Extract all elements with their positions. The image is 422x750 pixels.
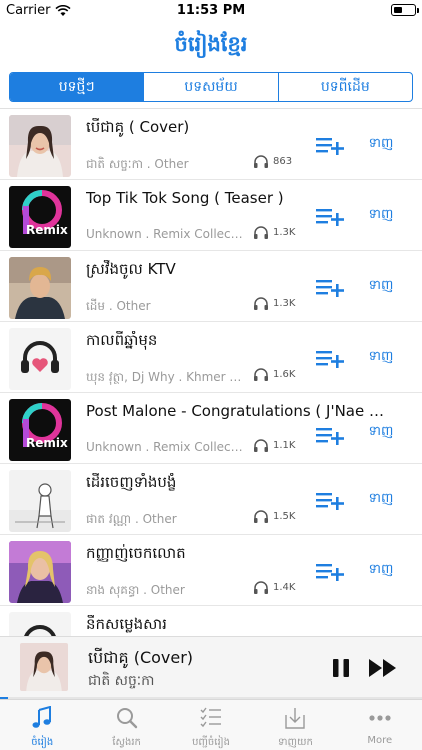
add-to-playlist-icon[interactable]	[316, 350, 344, 368]
song-artist-album: Unknown . Remix Collection	[86, 227, 246, 241]
checklist-icon	[200, 707, 222, 728]
tab-more[interactable]: More	[338, 700, 422, 750]
add-to-playlist-icon[interactable]	[316, 208, 344, 226]
listen-count: 1.5K	[253, 509, 295, 524]
tab-search[interactable]: ស្វែងរក	[84, 700, 168, 750]
status-time: 11:53 PM	[176, 3, 246, 18]
tab-downloads[interactable]: ទាញយក	[253, 700, 337, 750]
download-button[interactable]: ទាញ	[362, 423, 400, 442]
song-row[interactable]: ដើរចេញទាំងបង្ខំ ផាត វណ្ណា . Other 1.5K ទ…	[0, 464, 422, 535]
download-button[interactable]: ទាញ	[362, 135, 400, 154]
tab-bar: ចំរៀង ស្វែងរក បញ្ជីចំរៀង ទាញយក More	[0, 699, 422, 750]
svg-text:Remix: Remix	[26, 223, 68, 237]
song-list[interactable]: បើជាគូ ( Cover) ជាតិ សច្ចៈកា . Other 863…	[0, 109, 422, 636]
add-to-playlist-icon[interactable]	[316, 563, 344, 581]
add-to-playlist-icon[interactable]	[316, 137, 344, 155]
svg-text:Remix: Remix	[26, 436, 68, 450]
song-title: ស្រវឹងចូល KTV	[86, 260, 176, 278]
tab-label: More	[367, 735, 393, 746]
tab-label: បញ្ជីចំរៀង	[192, 737, 230, 748]
download-button[interactable]: ទាញ	[362, 561, 400, 580]
headphones-icon	[254, 297, 268, 310]
category-segmented-control: បទថ្មីៗ បទសម័យ បទពីដើម	[9, 72, 413, 102]
song-row[interactable]: កាលពីឆ្នាំមុន ឃុន វុត្ថា, Dj Why . Khmer…	[0, 322, 422, 393]
song-artist-album: Unknown . Remix Collection	[86, 440, 246, 454]
headphones-icon	[254, 155, 268, 168]
song-thumbnail	[9, 612, 71, 636]
tab-songs[interactable]: ចំរៀង	[0, 700, 84, 750]
song-row[interactable]: កញ្ញាញ់ចេកលោត នាង សុគន្ធា . Other 1.4K ទ…	[0, 535, 422, 606]
now-playing-bar[interactable]: បើជាគូ (Cover) ជាតិ សច្ចៈកា	[0, 636, 422, 698]
listen-count: 1.3K	[253, 225, 295, 240]
song-artist-album: នាង សុគន្ធា . Other	[86, 583, 185, 597]
song-thumbnail	[9, 328, 71, 390]
headphones-icon	[254, 510, 268, 523]
song-thumbnail	[9, 541, 71, 603]
pause-icon[interactable]	[331, 658, 351, 678]
song-title: Post Malone - Congratulations ( J'Nae Mo…	[86, 402, 386, 420]
headphones-icon	[254, 226, 268, 239]
listen-count: 1.3K	[253, 296, 295, 311]
download-button[interactable]: ទាញ	[362, 277, 400, 296]
tab-label: ចំរៀង	[31, 737, 54, 748]
listen-count-value: 863	[273, 156, 293, 167]
song-row[interactable]: Remix Post Malone - Congratulations ( J'…	[0, 393, 422, 464]
song-row[interactable]: Remix Top Tik Tok Song ( Teaser ) Unknow…	[0, 180, 422, 251]
listen-count: 1.1K	[253, 438, 295, 453]
listen-count: 1.4K	[253, 580, 295, 595]
add-to-playlist-icon[interactable]	[316, 427, 344, 445]
download-button[interactable]: ទាញ	[362, 490, 400, 509]
listen-count-value: 1.1K	[273, 440, 296, 451]
song-title: កាលពីឆ្នាំមុន	[86, 331, 158, 349]
listen-count: 1.6K	[253, 367, 295, 382]
song-title: បើជាគូ ( Cover)	[86, 118, 190, 136]
add-to-playlist-icon[interactable]	[316, 492, 344, 510]
song-thumbnail	[9, 115, 71, 177]
download-tray-icon	[285, 708, 306, 729]
listen-count-value: 1.4K	[273, 582, 296, 593]
music-note-icon	[32, 706, 52, 728]
download-button[interactable]: ទាញ	[362, 206, 400, 225]
song-row[interactable]: ស្រវឹងចូល KTV ដើម . Other 1.3K ទាញ	[0, 251, 422, 322]
listen-count-value: 1.3K	[273, 298, 296, 309]
headphones-icon	[254, 439, 268, 452]
segment-new-songs[interactable]: បទថ្មីៗ	[10, 73, 144, 101]
download-button[interactable]: ទាញ	[362, 348, 400, 367]
song-thumbnail: Remix	[9, 186, 71, 248]
next-track-icon[interactable]	[368, 658, 398, 678]
listen-count-value: 1.5K	[273, 511, 296, 522]
song-artist-album: ដើម . Other	[86, 299, 151, 313]
song-thumbnail: Remix	[9, 399, 71, 461]
song-artist-album: ផាត វណ្ណា . Other	[86, 512, 177, 526]
song-row[interactable]: បើជាគូ ( Cover) ជាតិ សច្ចៈកា . Other 863…	[0, 109, 422, 180]
page-title: ចំរៀងខ្មែរ	[174, 32, 248, 56]
song-title: នឹកសម្លេងសារ	[86, 615, 167, 633]
tab-label: ទាញយក	[277, 737, 313, 748]
song-title: កញ្ញាញ់ចេកលោត	[86, 544, 186, 562]
battery-icon	[391, 4, 419, 16]
song-thumbnail	[9, 470, 71, 532]
now-playing-title: បើជាគូ (Cover)	[88, 648, 194, 667]
tab-label: ស្វែងរក	[112, 737, 141, 748]
song-title: ដើរចេញទាំងបង្ខំ	[86, 473, 177, 491]
segment-modern-songs[interactable]: បទសម័យ	[143, 73, 277, 101]
listen-count: 863	[253, 154, 292, 169]
add-to-playlist-icon[interactable]	[316, 279, 344, 297]
more-dots-icon	[369, 715, 391, 721]
segment-oldies[interactable]: បទពីដើម	[277, 73, 412, 101]
now-playing-thumbnail	[20, 643, 68, 691]
listen-count-value: 1.3K	[273, 227, 296, 238]
status-bar: Carrier 11:53 PM	[0, 0, 422, 22]
headphones-icon	[254, 368, 268, 381]
song-thumbnail	[9, 257, 71, 319]
song-artist-album: ឃុន វុត្ថា, Dj Why . Khmer Original Song	[86, 370, 246, 384]
song-artist-album: ជាតិ សច្ចៈកា . Other	[86, 157, 189, 171]
now-playing-artist: ជាតិ សច្ចៈកា	[88, 673, 155, 689]
song-row[interactable]: នឹកសម្លេងសារ	[0, 606, 422, 636]
headphones-icon	[254, 581, 268, 594]
song-title: Top Tik Tok Song ( Teaser )	[86, 189, 284, 207]
listen-count-value: 1.6K	[273, 369, 296, 380]
tab-playlists[interactable]: បញ្ជីចំរៀង	[169, 700, 253, 750]
search-icon	[116, 708, 137, 729]
